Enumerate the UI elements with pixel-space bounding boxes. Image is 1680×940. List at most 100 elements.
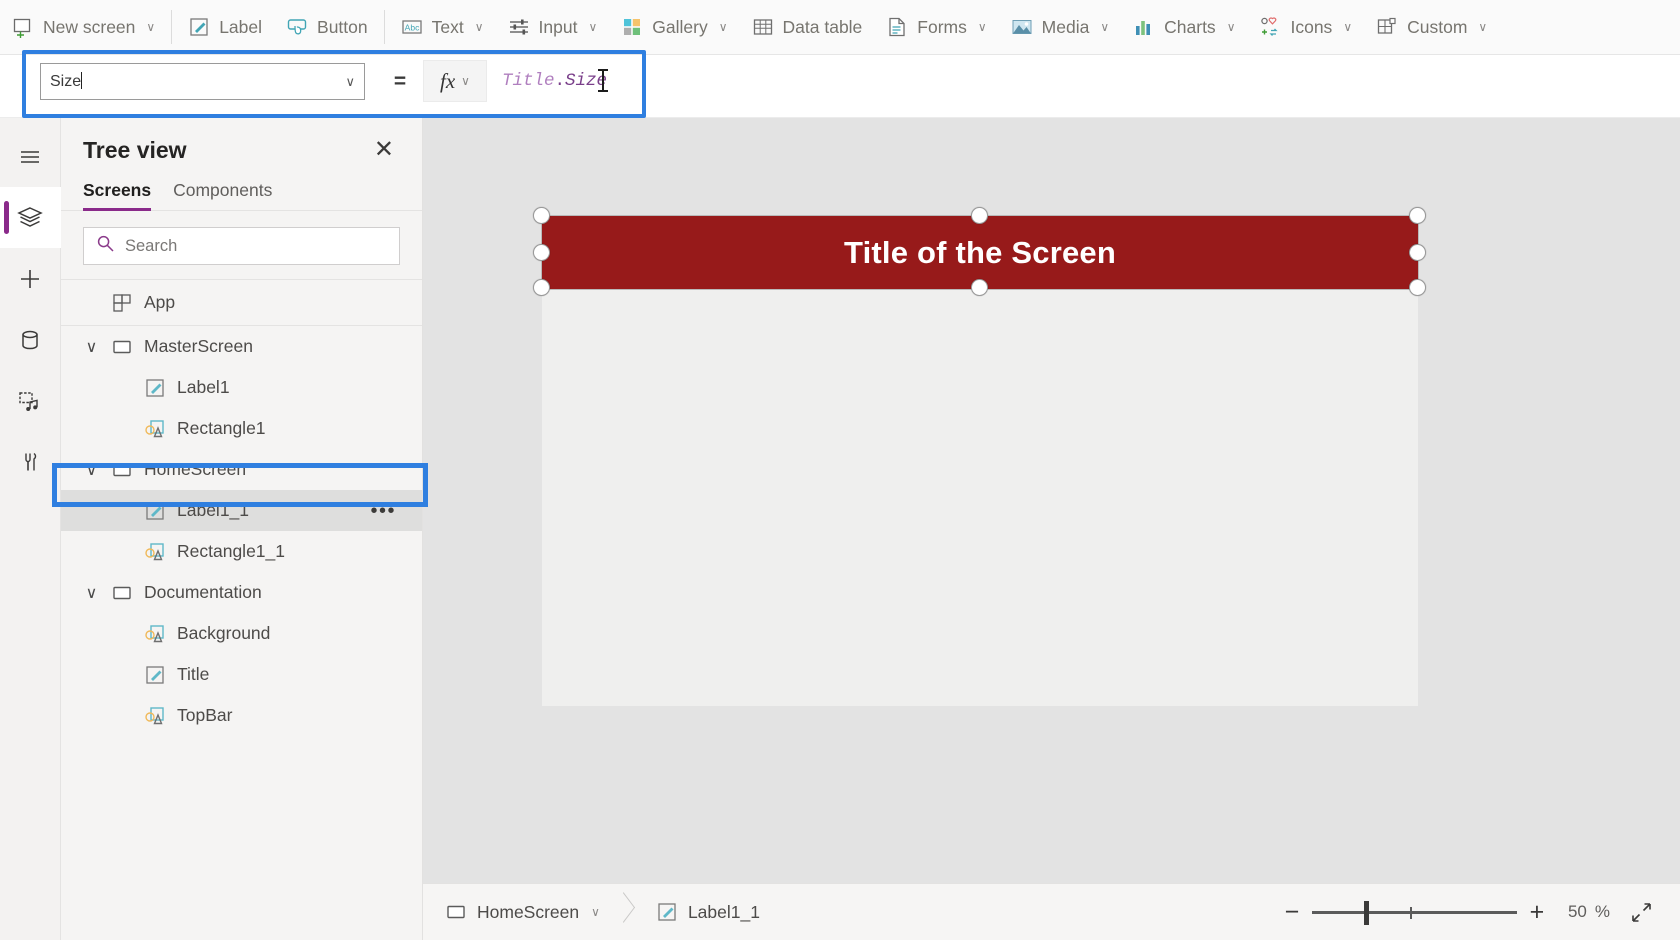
shape-control-icon <box>144 705 166 727</box>
screen-icon <box>111 582 133 604</box>
search-input[interactable] <box>125 236 387 256</box>
label-control-icon <box>656 901 678 923</box>
fit-screen-icon[interactable] <box>1620 892 1662 932</box>
tree-item-app[interactable]: App <box>61 280 422 326</box>
tree-item-topbar[interactable]: TopBar <box>61 695 422 736</box>
zoom-slider[interactable] <box>1311 892 1517 932</box>
new-screen-icon <box>12 16 34 39</box>
media-library-icon[interactable] <box>0 370 61 431</box>
resize-handle-middle-right[interactable] <box>1409 244 1426 261</box>
zoom-controls: − + 50 % <box>1272 892 1680 932</box>
toolbar-divider-2 <box>383 10 385 44</box>
toolbar-data-table-label: Data table <box>782 16 863 37</box>
chevron-down-icon: ∨ <box>345 73 355 89</box>
resize-handle-bottom-right[interactable] <box>1409 279 1426 296</box>
gallery-icon <box>621 16 643 38</box>
chevron-down-icon: ∨ <box>474 20 484 34</box>
close-icon[interactable]: ✕ <box>368 136 400 164</box>
toolbar-input[interactable]: Input ∨ <box>496 7 610 47</box>
tree-view-icon[interactable] <box>0 187 61 248</box>
toolbar-forms[interactable]: Forms ∨ <box>874 7 998 47</box>
label-control-icon <box>144 664 166 686</box>
tree-item-label: MasterScreen <box>144 336 253 356</box>
toolbar-custom[interactable]: Custom ∨ <box>1364 7 1499 47</box>
fx-icon: fx <box>440 68 456 93</box>
tree-item-label: Label1 <box>177 377 230 397</box>
tree-item-documentation[interactable]: ∨ Documentation <box>61 572 422 613</box>
tree-item-label: Rectangle1 <box>177 418 266 438</box>
resize-handle-bottom-left[interactable] <box>533 279 550 296</box>
status-bar: HomeScreen ∨ Label1_1 − + 50 % <box>423 883 1680 940</box>
resize-handle-bottom-center[interactable] <box>971 279 988 296</box>
formula-input[interactable]: Title. Size <box>488 60 1680 102</box>
toolbar-custom-label: Custom <box>1407 16 1468 37</box>
tree-item-rectangle1-1[interactable]: Rectangle1_1 <box>61 531 422 572</box>
tree-item-label1[interactable]: Label1 <box>61 367 422 408</box>
shape-control-icon <box>144 541 166 563</box>
tree-item-homescreen[interactable]: ∨ HomeScreen <box>61 449 422 490</box>
zoom-out-button[interactable]: − <box>1272 892 1312 932</box>
resize-handle-middle-left[interactable] <box>533 244 550 261</box>
breadcrumb-control[interactable]: Label1_1 <box>634 884 774 940</box>
insert-icon[interactable] <box>0 248 61 309</box>
toolbar-button-label: Button <box>317 16 368 37</box>
property-selector[interactable]: Size ∨ <box>40 63 365 100</box>
toolbar-icons[interactable]: Icons ∨ <box>1247 7 1364 47</box>
toolbar-charts[interactable]: Charts ∨ <box>1121 7 1247 47</box>
resize-handle-top-center[interactable] <box>971 207 988 224</box>
zoom-slider-thumb[interactable] <box>1363 901 1369 925</box>
zoom-slider-track <box>1311 911 1517 914</box>
toolbar-gallery[interactable]: Gallery ∨ <box>609 7 739 47</box>
tree-item-label: Rectangle1_1 <box>177 541 285 561</box>
hamburger-menu-icon[interactable] <box>0 126 61 187</box>
tab-screens[interactable]: Screens <box>83 180 152 211</box>
icons-icon <box>1259 16 1281 38</box>
chevron-down-icon: ∨ <box>977 20 987 34</box>
breadcrumb-screen[interactable]: HomeScreen ∨ <box>423 884 614 940</box>
tree-item-title[interactable]: Title <box>61 654 422 695</box>
resize-handle-top-left[interactable] <box>533 207 550 224</box>
resize-handle-top-right[interactable] <box>1409 207 1426 224</box>
tree-item-label: Label1_1 <box>177 500 250 520</box>
forms-icon <box>886 16 908 38</box>
tab-components[interactable]: Components <box>173 180 272 210</box>
advanced-tools-icon[interactable] <box>0 431 61 492</box>
toolbar-media[interactable]: Media ∨ <box>999 7 1121 47</box>
toolbar-label[interactable]: Label <box>176 7 274 47</box>
zoom-in-button[interactable]: + <box>1517 892 1557 932</box>
toolbar-text[interactable]: Abc Text ∨ <box>389 7 496 47</box>
breadcrumb-separator <box>614 884 634 940</box>
chevron-down-icon[interactable]: ∨ <box>83 338 100 356</box>
formula-token-dot: . <box>554 71 566 91</box>
chevron-down-icon[interactable]: ∨ <box>83 584 100 602</box>
tree-item-masterscreen[interactable]: ∨ MasterScreen <box>61 326 422 367</box>
tree-item-label: Documentation <box>144 582 262 602</box>
chevron-down-icon: ∨ <box>588 20 598 34</box>
fx-button[interactable]: fx ∨ <box>423 60 487 102</box>
toolbar-new-screen-label: New screen <box>43 16 136 37</box>
tree-item-background[interactable]: Background <box>61 613 422 654</box>
toolbar-label-label: Label <box>219 16 263 37</box>
tree-item-label: Title <box>177 664 210 684</box>
chevron-down-icon: ∨ <box>461 74 470 88</box>
command-bar: New screen ∨ Label Button Abc Text ∨ Inp… <box>0 0 1680 55</box>
tree-item-rectangle1[interactable]: Rectangle1 <box>61 408 422 449</box>
chevron-down-icon[interactable]: ∨ <box>83 461 100 479</box>
data-icon[interactable] <box>0 309 61 370</box>
data-table-icon <box>752 16 774 38</box>
search-box[interactable] <box>83 227 400 265</box>
toolbar-button[interactable]: Button <box>274 7 380 47</box>
toolbar-text-label: Text <box>431 16 464 37</box>
screen-title-text: Title of the Screen <box>844 234 1116 270</box>
tree-item-more-options[interactable]: ••• <box>370 501 396 521</box>
screen-icon <box>111 336 133 358</box>
toolbar-data-table[interactable]: Data table <box>740 7 875 47</box>
toolbar-charts-label: Charts <box>1164 16 1216 37</box>
toolbar-new-screen[interactable]: New screen ∨ <box>0 7 167 47</box>
app-canvas[interactable]: Title of the Screen <box>423 118 1680 883</box>
tree-item-label1-1[interactable]: Label1_1 ••• <box>61 490 422 531</box>
chevron-down-icon: ∨ <box>1226 20 1236 34</box>
chevron-down-icon[interactable]: ∨ <box>591 905 600 919</box>
left-rail <box>0 118 61 940</box>
breadcrumb-control-label: Label1_1 <box>687 901 760 922</box>
